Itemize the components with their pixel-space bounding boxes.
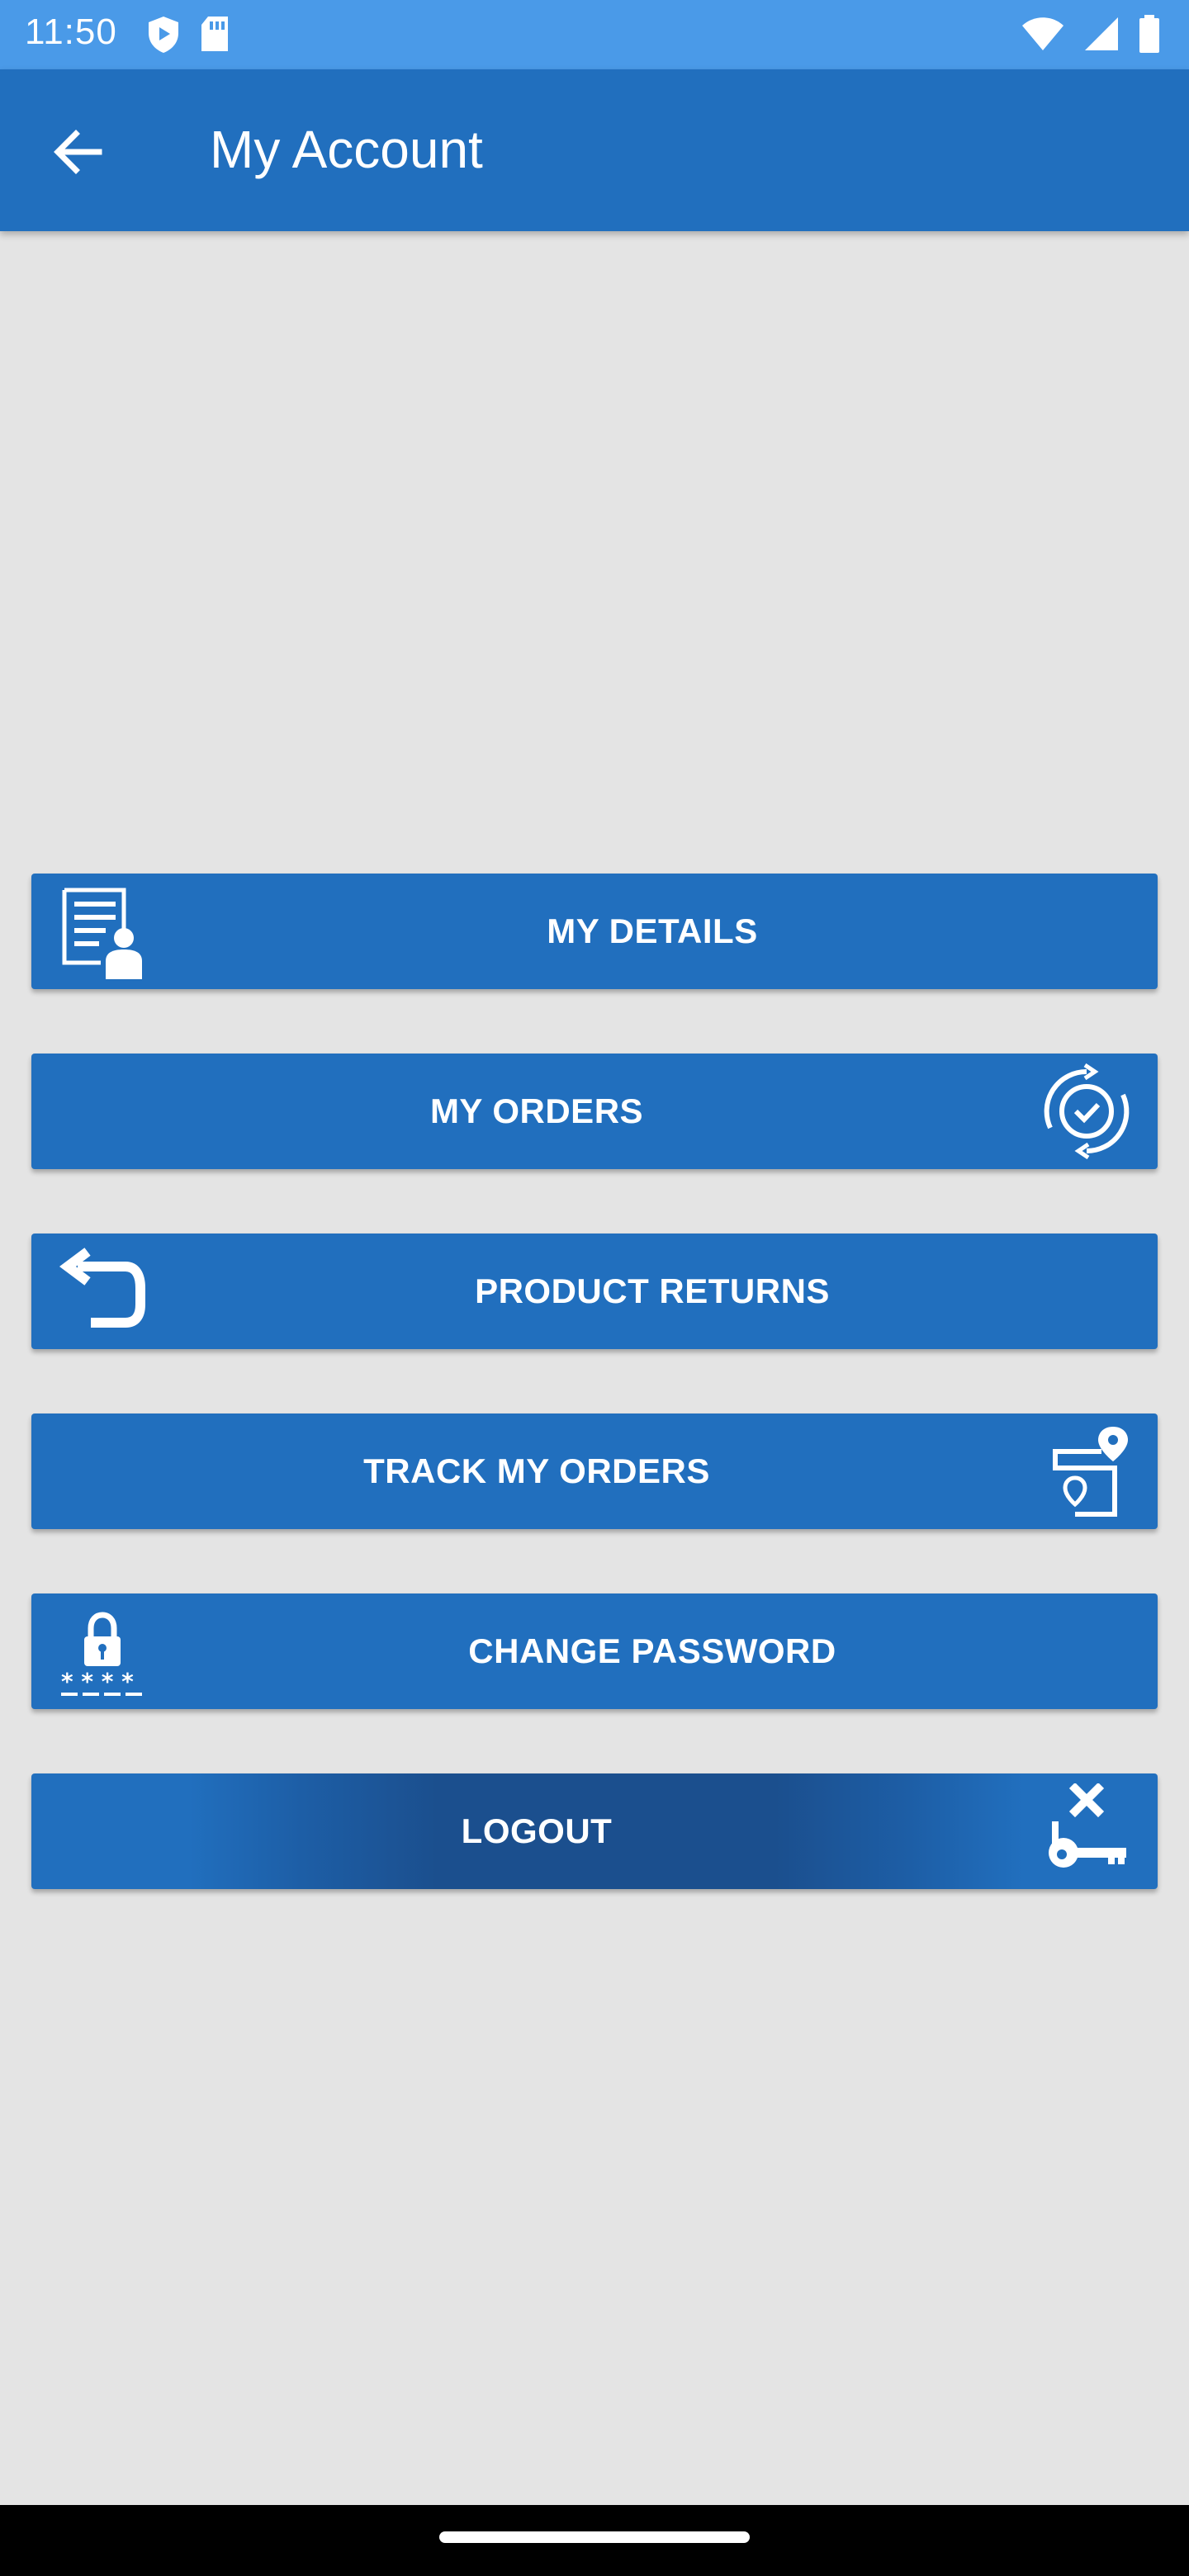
route-tracking-icon [1039,1423,1135,1519]
product-returns-label: PRODUCT RETURNS [475,1271,830,1310]
logout-button[interactable]: LOGOUT [31,1773,1158,1889]
wifi-icon [1021,16,1065,56]
change-password-button[interactable]: * * * * CHANGE PASSWORD [31,1593,1158,1709]
navigation-bar [0,2505,1189,2576]
product-returns-button[interactable]: PRODUCT RETURNS [31,1234,1158,1349]
refresh-check-icon [1039,1063,1135,1160]
signal-icon [1083,16,1120,56]
user-details-icon [54,883,150,979]
logout-label: LOGOUT [461,1811,613,1850]
lock-password-icon: * * * * [54,1603,150,1699]
home-gesture-handle[interactable] [439,2531,750,2543]
account-menu: MY DETAILS MY ORDERS PRODUCT RETURNS TRA… [31,874,1158,1953]
status-time: 11:50 [25,12,117,52]
app-bar: My Account [0,69,1189,231]
battery-icon [1138,15,1161,57]
back-button[interactable] [46,121,109,183]
my-orders-button[interactable]: MY ORDERS [31,1054,1158,1169]
logout-key-icon [1039,1782,1135,1879]
track-my-orders-label: TRACK MY ORDERS [363,1451,710,1490]
status-bar: 11:50 [0,0,1189,69]
my-details-button[interactable]: MY DETAILS [31,874,1158,989]
sd-card-icon [198,15,231,59]
arrow-back-icon [46,130,109,187]
play-protect-icon [145,15,182,59]
my-orders-label: MY ORDERS [429,1091,644,1130]
page-title: My Account [210,120,483,179]
change-password-label: CHANGE PASSWORD [468,1631,836,1670]
my-details-label: MY DETAILS [547,912,758,950]
return-arrow-icon [54,1243,150,1339]
track-my-orders-button[interactable]: TRACK MY ORDERS [31,1413,1158,1529]
svg-text:* * * *: * * * * [61,1668,134,1695]
